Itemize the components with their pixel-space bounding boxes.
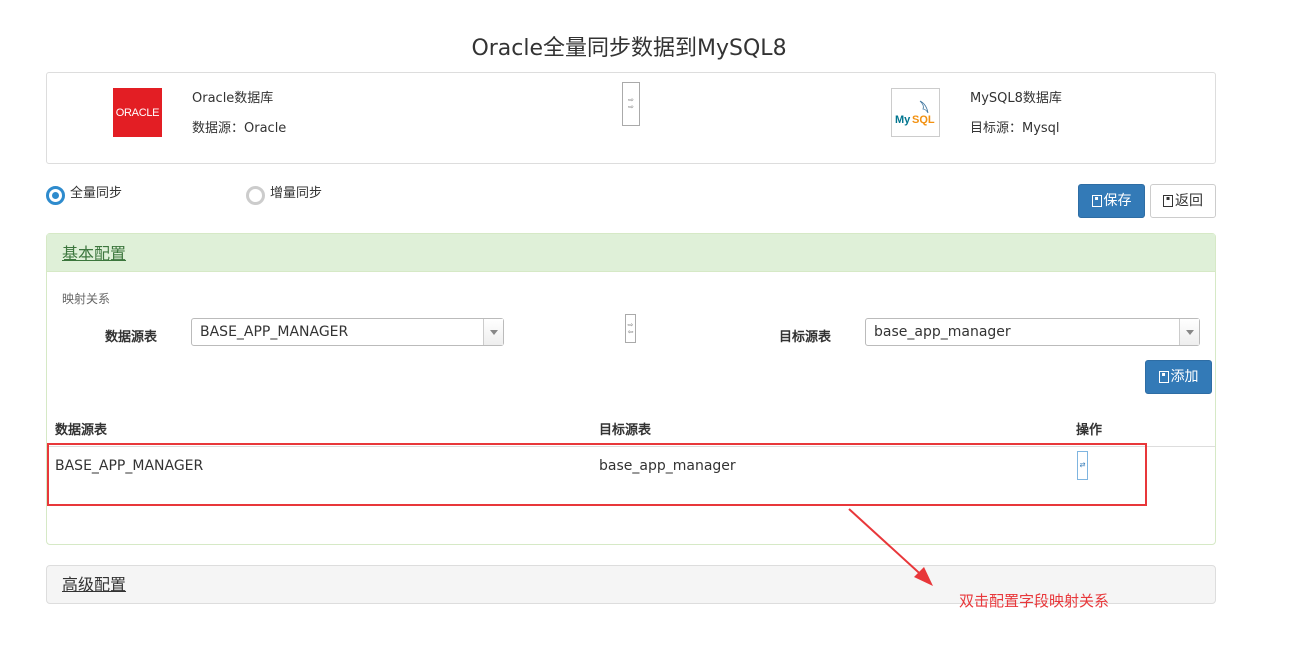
svg-text:My: My [895,114,911,126]
full-sync-label[interactable]: 全量同步 [70,186,122,202]
target-table-label: 目标源表 [779,330,832,345]
advanced-config-title[interactable]: 高级配置 [62,575,126,595]
target-table-select[interactable]: base_app_manager [865,318,1200,346]
source-table-select[interactable]: BASE_APP_MANAGER [191,318,504,346]
chevron-down-icon [483,319,503,345]
save-button[interactable]: ▪ 保存 [1078,184,1145,218]
incremental-sync-label[interactable]: 增量同步 [270,186,322,202]
save-button-label: 保存 [1103,193,1132,209]
target-table-select-value: base_app_manager [874,324,1011,340]
add-icon: ▪ [1158,371,1169,383]
mysql-dolphin-icon: My SQL [895,100,935,126]
back-icon: ▪ [1163,195,1173,207]
basic-config-header: 基本配置 [47,234,1215,272]
highlight-box [47,443,1147,506]
add-button-label: 添加 [1170,369,1199,385]
full-sync-radio[interactable] [46,186,65,205]
target-db-name: MySQL8数据库 [970,91,1062,106]
oracle-logo: ORACLE [113,88,162,137]
annotation-arrow-icon [848,508,933,586]
back-button-label: 返回 [1175,193,1203,209]
basic-config-title[interactable]: 基本配置 [62,244,126,264]
page-title: Oracle全量同步数据到MySQL8 [471,36,787,61]
add-mapping-button[interactable]: ▪ 添加 [1145,360,1212,394]
mysql-logo: My SQL [891,88,940,137]
mapping-arrow-icon: ⇨ ⇦ [625,314,636,343]
source-table-select-value: BASE_APP_MANAGER [200,324,349,340]
source-db-name: Oracle数据库 [192,91,274,106]
mapping-label: 映射关系 [62,292,111,306]
column-header-target: 目标源表 [599,423,652,438]
svg-text:SQL: SQL [912,114,935,126]
back-button[interactable]: ▪ 返回 [1150,184,1216,218]
chevron-down-icon [1179,319,1199,345]
source-table-label: 数据源表 [105,330,158,345]
target-db-detail: 目标源：Mysql [970,121,1060,136]
column-header-source: 数据源表 [55,423,108,438]
save-icon: ▪ [1091,195,1102,207]
connection-summary: ORACLE Oracle数据库 数据源：Oracle ⇨ ⇨ My SQL My… [46,72,1216,164]
sync-direction-icon: ⇨ ⇨ [622,82,640,126]
source-db-detail: 数据源：Oracle [192,121,287,136]
column-header-action: 操作 [1076,423,1103,438]
incremental-sync-radio[interactable] [246,186,265,205]
annotation-text: 双击配置字段映射关系 [959,592,1110,610]
